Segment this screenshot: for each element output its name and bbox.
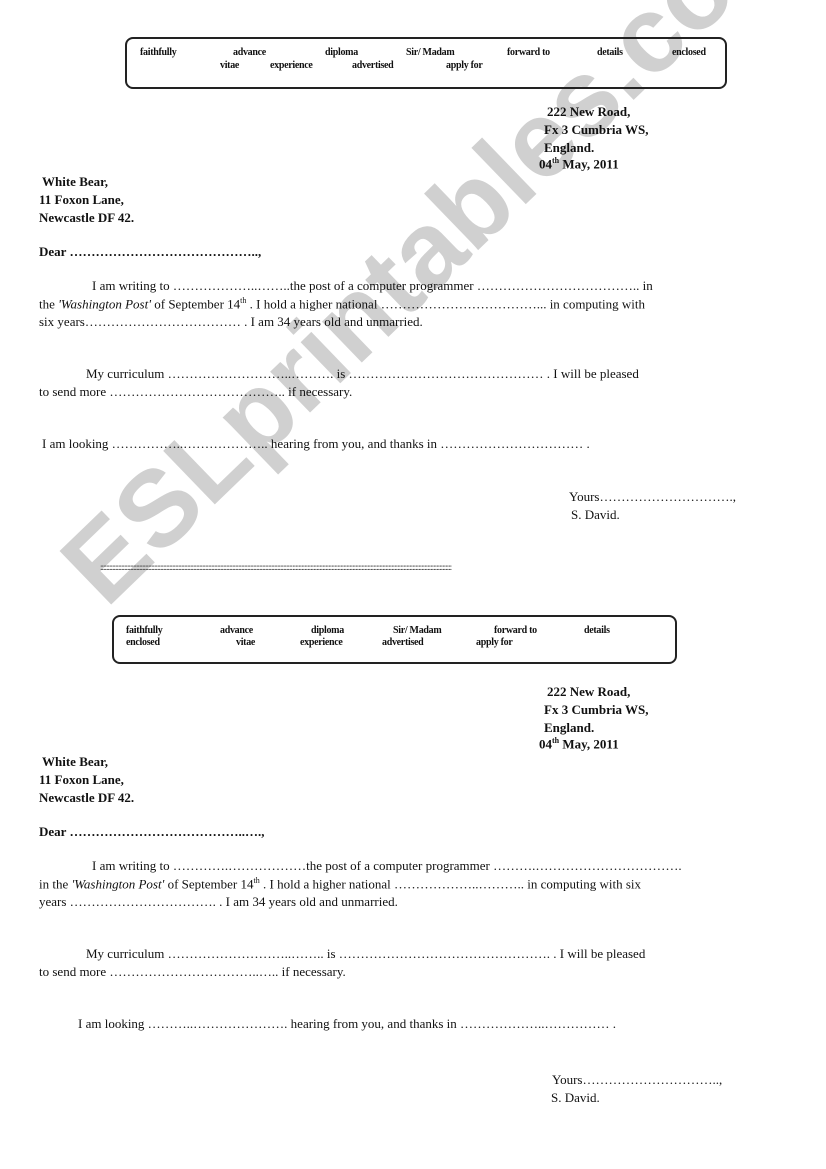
sender-address-line: 222 New Road,: [547, 684, 631, 699]
word-option: forward to: [494, 625, 537, 636]
recipient-address-line: Newcastle DF 42.: [39, 790, 135, 805]
paragraph-2-line: to send more ……………………………..….. if necessa…: [39, 964, 346, 979]
closing: Yours………………………….,: [569, 489, 736, 504]
recipient-address-line: White Bear,: [42, 754, 108, 769]
recipient-address-line: 11 Foxon Lane,: [39, 772, 124, 787]
word-box: [125, 37, 727, 89]
text-run: in the: [39, 876, 72, 892]
date-day: 04: [539, 156, 552, 172]
signature: S. David.: [571, 507, 620, 522]
letter-date: 04th May, 2011: [539, 736, 619, 752]
word-option: enclosed: [672, 47, 706, 58]
paragraph-2-line: to send more ………………………………….. if necessar…: [39, 384, 353, 399]
word-option: faithfully: [126, 625, 163, 636]
paragraph-1-line: six years……………………………… . I am 34 years ol…: [39, 314, 423, 329]
greeting: Dear ……………………………………..,: [39, 244, 262, 259]
word-option: details: [597, 47, 623, 58]
sender-address-line: 222 New Road,: [547, 104, 631, 119]
word-option: apply for: [476, 637, 513, 648]
signature: S. David.: [551, 1090, 600, 1105]
sender-address-line: Fx 3 Cumbria WS,: [544, 702, 649, 717]
word-option: experience: [270, 60, 313, 71]
date-day: 04: [539, 736, 552, 752]
paragraph-1-line: years ……………………………. . I am 34 years old a…: [39, 894, 398, 909]
word-option: vitae: [236, 637, 256, 648]
word-option: advance: [233, 47, 266, 58]
recipient-address-line: Newcastle DF 42.: [39, 210, 135, 225]
paragraph-3: I am looking ……………..……………….. hearing fro…: [42, 436, 590, 451]
word-option: diploma: [311, 625, 344, 636]
paragraph-1-line: the 'Washington Post' of September 14th …: [39, 296, 645, 312]
text-run: . I hold a higher national ……………………………….…: [246, 296, 646, 312]
paragraph-1-line: I am writing to ………………..……..the post of …: [92, 278, 653, 293]
recipient-address-line: 11 Foxon Lane,: [39, 192, 124, 207]
paragraph-1-line: in the 'Washington Post' of September 14…: [39, 876, 641, 892]
word-option: diploma: [325, 47, 358, 58]
paragraph-3: I am looking ………..…………………. hearing from …: [78, 1016, 617, 1031]
date-rest: May, 2011: [559, 736, 619, 752]
greeting: Dear …………………………………..….,: [39, 824, 265, 839]
word-option: vitae: [220, 60, 240, 71]
word-option: faithfully: [140, 47, 177, 58]
word-option: advertised: [352, 60, 394, 71]
letter-date: 04th May, 2011: [539, 156, 619, 172]
text-run: the: [39, 296, 59, 312]
paragraph-1-line: I am writing to ………….………………the post of a…: [92, 858, 682, 873]
word-option: forward to: [507, 47, 550, 58]
word-option: advance: [220, 625, 253, 636]
word-option: Sir/ Madam: [393, 625, 442, 636]
closing: Yours…………………………..,: [552, 1072, 723, 1087]
newspaper-name: 'Washington Post': [58, 296, 151, 312]
paragraph-2-line: My curriculum ………………………..………. is ……………………: [86, 366, 639, 381]
text-run: of September 14: [150, 296, 241, 312]
separator-line: ::::::::::::::::::::::::::::::::::::::::…: [100, 562, 452, 572]
sender-address-line: Fx 3 Cumbria WS,: [544, 122, 649, 137]
newspaper-name: 'Washington Post': [71, 876, 165, 892]
text-run: of September 14: [164, 876, 254, 892]
word-option: advertised: [382, 637, 424, 648]
sender-address-line: England.: [544, 720, 595, 735]
sender-address-line: England.: [544, 140, 595, 155]
word-option: experience: [300, 637, 343, 648]
word-option: Sir/ Madam: [406, 47, 455, 58]
recipient-address-line: White Bear,: [42, 174, 108, 189]
paragraph-2-line: My curriculum ………………………..…….. is ……………………: [86, 946, 646, 961]
word-option: details: [584, 625, 610, 636]
text-run: . I hold a higher national ………………..………..…: [259, 876, 642, 892]
word-option: apply for: [446, 60, 483, 71]
word-option: enclosed: [126, 637, 160, 648]
date-rest: May, 2011: [559, 156, 619, 172]
